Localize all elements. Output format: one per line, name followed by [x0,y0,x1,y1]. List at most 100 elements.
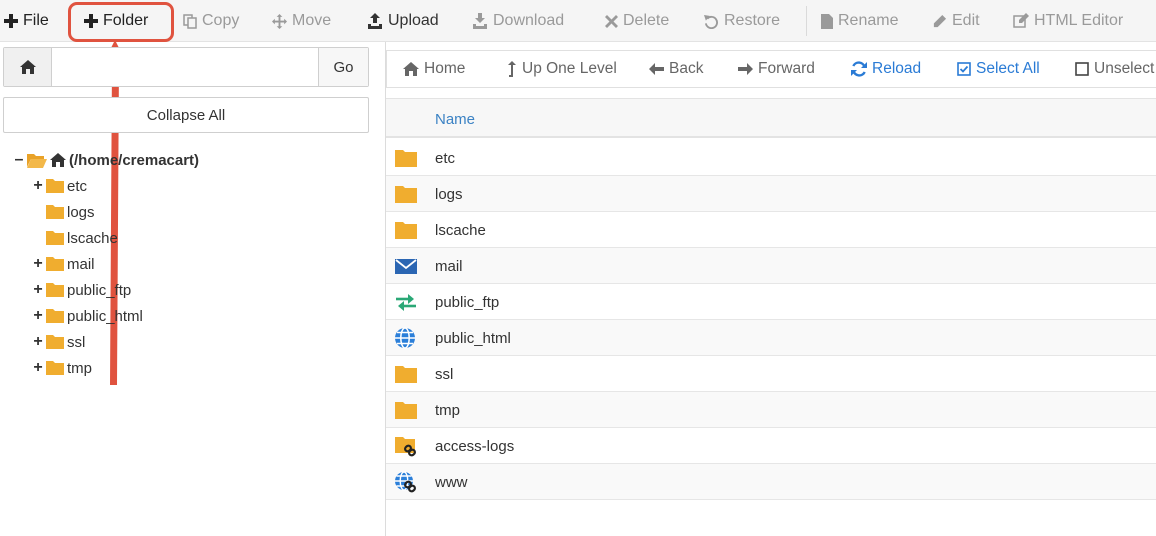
globe-icon [395,327,415,349]
x-icon [605,14,618,28]
folder-icon [395,222,417,239]
table-row[interactable]: logs [386,176,1156,212]
edit-button[interactable]: Edit [932,0,980,42]
reload-label: Reload [872,60,922,77]
up-one-level-label: Up One Level [522,60,617,77]
file-name: etc [435,149,456,167]
home-nav-label: Home [424,60,466,77]
ftp-arrows-icon [396,294,416,311]
move-button[interactable]: Move [272,0,331,42]
name-column-header[interactable]: Name [435,99,475,139]
undo-icon [704,14,718,29]
folder-icon [46,361,64,375]
expand-toggle[interactable]: + [33,333,43,351]
path-bar: Go [3,47,369,87]
empty-box-icon [1075,62,1089,76]
upload-icon [368,13,382,29]
back-button[interactable]: Back [649,51,703,87]
collapse-all-button[interactable]: Collapse All [3,97,369,133]
copy-icon [183,13,197,29]
toolbar-divider [806,6,807,36]
tree-item-logs[interactable]: logs [46,200,95,224]
expand-toggle[interactable]: + [33,307,43,325]
table-row[interactable]: www [386,464,1156,500]
folder-icon [46,231,64,245]
tree-item-label: public_ftp [67,281,132,299]
restore-label: Restore [724,12,781,29]
folder-icon [395,186,417,203]
pencil-icon [933,14,947,27]
file-name: www [435,473,468,491]
tree-item-public-ftp[interactable]: + public_ftp [33,278,131,302]
go-button[interactable]: Go [318,48,368,86]
download-label: Download [493,12,565,29]
delete-button[interactable]: Delete [605,0,669,42]
tree-item-label: (/home/cremacart) [69,151,200,169]
file-name: tmp [435,401,461,419]
tree-item-public-html[interactable]: + public_html [33,304,143,328]
tree-item-label: lscache [67,229,118,247]
table-row[interactable]: public_ftp [386,284,1156,320]
up-one-level-button[interactable]: Up One Level [507,51,617,87]
html-editor-button[interactable]: HTML Editor [1013,0,1123,42]
navigation-bar: Home Up One Level Back Forward Reload Se… [386,50,1156,88]
home-nav-button[interactable]: Home [403,51,465,87]
tree-item-label: tmp [67,359,93,377]
restore-button[interactable]: Restore [704,0,780,42]
arrow-right-icon [738,63,753,75]
edit-square-icon [1013,13,1029,28]
tree-item-label: mail [67,255,95,273]
tree-item-lscache[interactable]: lscache [46,226,118,250]
new-file-button[interactable]: File [4,0,49,42]
file-name: access-logs [435,437,515,455]
tree-item-label: public_html [67,307,143,325]
table-row[interactable]: tmp [386,392,1156,428]
tree-root[interactable]: – (/home/cremacart) [14,148,200,172]
download-button[interactable]: Download [472,0,564,42]
forward-button[interactable]: Forward [738,51,815,87]
tree-item-mail[interactable]: + mail [33,252,95,276]
folder-open-icon [27,153,47,168]
upload-button[interactable]: Upload [367,0,439,42]
table-row[interactable]: ssl [386,356,1156,392]
file-name: mail [435,257,463,275]
tree-item-tmp[interactable]: + tmp [33,356,92,380]
table-row[interactable]: lscache [386,212,1156,248]
table-row[interactable]: access-logs [386,428,1156,464]
arrow-left-icon [649,63,664,75]
folder-icon [395,402,417,419]
home-path-button[interactable] [4,48,52,86]
expand-toggle[interactable]: + [33,281,43,299]
table-row[interactable]: mail [386,248,1156,284]
tree-item-etc[interactable]: + etc [33,174,87,198]
select-all-button[interactable]: Select All [957,51,1040,87]
rename-button[interactable]: Rename [821,0,898,42]
table-row[interactable]: public_html [386,320,1156,356]
globe-link-icon [395,471,416,493]
move-arrows-icon [272,13,287,29]
file-name: logs [435,185,463,203]
file-name: public_ftp [435,293,500,311]
delete-label: Delete [623,12,670,29]
folder-link-icon [395,437,416,457]
unselect-button[interactable]: Unselect [1075,51,1154,87]
expand-toggle[interactable]: + [33,359,43,377]
tree-item-label: etc [67,177,88,195]
tree-item-label: logs [67,203,95,221]
tree-item-label: ssl [67,333,86,351]
collapse-toggle[interactable]: – [14,151,24,169]
copy-label: Copy [202,12,240,29]
highlight-box [68,2,174,42]
path-input[interactable] [53,48,318,86]
expand-toggle[interactable]: + [33,177,43,195]
folder-icon [46,179,64,193]
tree-item-ssl[interactable]: + ssl [33,330,85,354]
table-row[interactable]: etc [386,140,1156,176]
expand-toggle[interactable]: + [33,255,43,273]
checked-box-icon [957,62,971,76]
folder-icon [395,150,417,167]
file-icon [821,13,833,29]
reload-button[interactable]: Reload [851,51,921,87]
copy-button[interactable]: Copy [183,0,239,42]
file-name: lscache [435,221,486,239]
